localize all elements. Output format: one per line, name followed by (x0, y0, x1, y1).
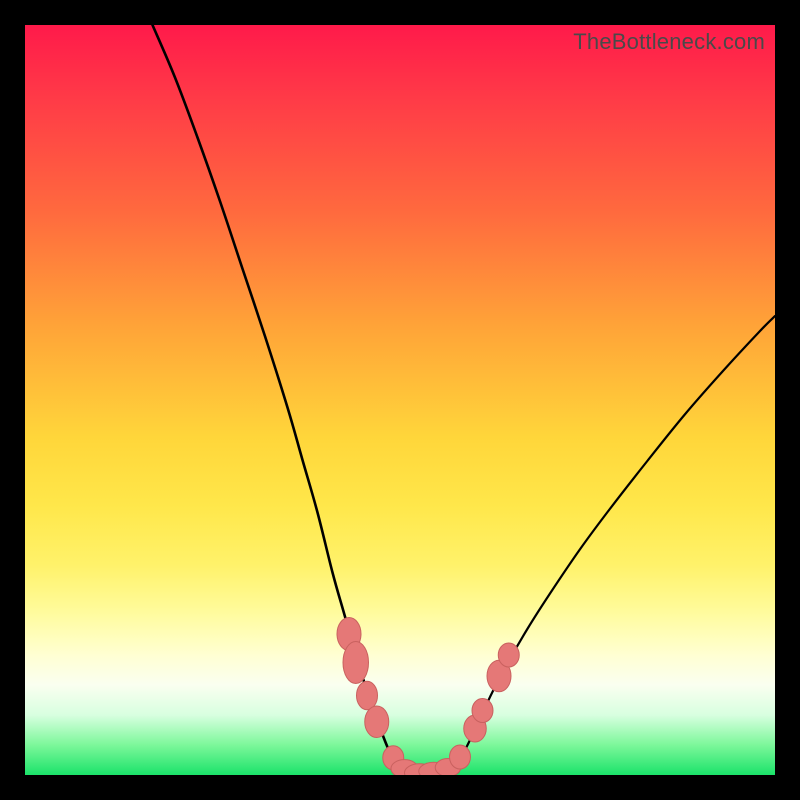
marker-dot (357, 681, 378, 710)
chart-frame: TheBottleneck.com (0, 0, 800, 800)
chart-plot-area: TheBottleneck.com (25, 25, 775, 775)
marker-dot (498, 643, 519, 667)
curve-right (456, 316, 775, 765)
marker-dot (365, 706, 389, 738)
marker-dot (343, 642, 369, 684)
marker-dot (450, 745, 471, 769)
chart-svg (25, 25, 775, 775)
markers-group (337, 618, 519, 776)
watermark-text: TheBottleneck.com (573, 29, 765, 55)
marker-dot (472, 699, 493, 723)
